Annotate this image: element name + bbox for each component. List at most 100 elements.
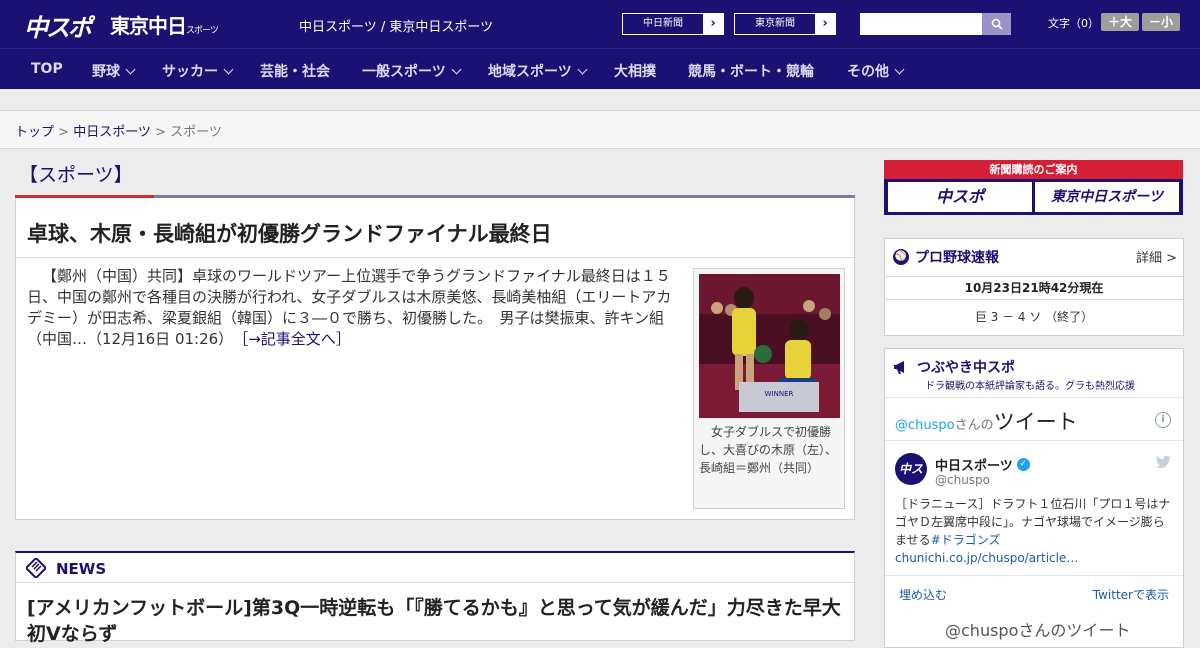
article-photo-box: WINNER 女子ダブルスで初優勝し、大喜びの木原（左）、長崎組＝鄭州（共同）: [693, 268, 845, 509]
chevron-right-icon: ›: [815, 14, 835, 34]
twitter-widget: つぶやき中スポ ドラ観戦の本紙評論家も語る。グラも熱烈応援 @chuspoさんの…: [884, 348, 1184, 648]
nav-item-sumo[interactable]: 大相撲: [614, 61, 656, 81]
font-decrease-button[interactable]: －小: [1142, 13, 1180, 31]
site-header: 中スポ 東京中日スポーツ 中日スポーツ / 東京中日スポーツ 中日新聞 › 東京…: [0, 0, 1200, 48]
baseball-score[interactable]: 巨 3 － 4 ソ （終了）: [885, 308, 1183, 325]
twitter-footer: 埋め込む Twitterで表示: [885, 575, 1183, 611]
twitter-embed-san: さんの: [954, 418, 994, 433]
chevron-right-icon: ›: [703, 14, 723, 34]
nav-label: 大相撲: [614, 64, 656, 80]
info-icon[interactable]: i: [1155, 412, 1171, 428]
font-size-label: 文字（0）: [1048, 17, 1099, 30]
avatar[interactable]: 中ス: [895, 453, 927, 485]
nav-item-general-sports[interactable]: 一般スポーツ: [362, 61, 462, 81]
twitter-embed-title[interactable]: @chuspoさんのツイート: [895, 406, 1078, 436]
news-header: NEWS: [16, 553, 854, 583]
chunichi-shimbun-link[interactable]: 中日新聞 ›: [622, 13, 724, 35]
nav-label: 芸能・社会: [260, 64, 330, 80]
nav-label: 野球: [92, 64, 120, 80]
chuspo-subscribe-logo: 中スポ: [888, 182, 1032, 212]
tokyo-shimbun-link[interactable]: 東京新聞 ›: [734, 13, 836, 35]
tweet-hashtag-link[interactable]: #ドラゴンズ: [931, 533, 1001, 547]
chevron-down-icon: [451, 64, 462, 75]
breadcrumb-top-link[interactable]: トップ: [15, 125, 54, 140]
news-item-link[interactable]: [アメリカンフットボール]第3Q一時逆転も「『勝てるかも』と思って気が緩んだ」力…: [27, 595, 852, 647]
tweet-text: ［ドラニュース］ドラフト１位石川「プロ１号はナゴヤＤ左翼席中段に」。ナゴヤ球場で…: [895, 495, 1175, 567]
chevron-down-icon: [125, 64, 136, 75]
twitter-title: つぶやき中スポ: [917, 360, 1015, 376]
nav-item-top[interactable]: TOP: [31, 61, 63, 77]
view-on-twitter-link[interactable]: Twitterで表示: [1093, 586, 1169, 603]
chevron-down-icon: [223, 64, 234, 75]
tweet-user-handle[interactable]: @chuspo: [935, 473, 990, 487]
photo-caption: 女子ダブルスで初優勝し、大喜びの木原（左）、長崎組＝鄭州（共同）: [699, 425, 838, 475]
baseball-detail-link[interactable]: 詳細 >: [1136, 247, 1177, 266]
nav-label: 競馬・ボート・競輪: [688, 64, 814, 80]
nav-label: その他: [847, 64, 889, 80]
nav-label: サッカー: [162, 64, 218, 80]
section-title: 【スポーツ】: [19, 164, 133, 186]
article-headline[interactable]: 卓球、木原・長崎組が初優勝グランドファイナル最終日: [27, 218, 552, 248]
nav-item-baseball[interactable]: 野球: [92, 61, 136, 81]
tokyo-shimbun-label: 東京新聞: [755, 18, 795, 29]
breadcrumb: トップ > 中日スポーツ > スポーツ: [15, 121, 222, 140]
nav-label: TOP: [31, 61, 63, 77]
article-summary: 【鄭州（中国）共同】卓球のワールドツアー上位選手で争うグランドファイナル最終日は…: [27, 266, 685, 350]
baseball-title: プロ野球速報: [915, 250, 999, 266]
twitter-embed-header: @chuspoさんのツイート i: [885, 397, 1183, 441]
twitter-embed-handle: @chuspo: [895, 418, 955, 433]
breadcrumb-separator: >: [150, 125, 171, 140]
baseball-timestamp: 10月23日21時42分現在: [885, 276, 1183, 300]
tokyo-logo-text: 東京中日: [110, 14, 187, 38]
tokyo-chunichi-logo[interactable]: 東京中日スポーツ: [110, 10, 219, 39]
nav-item-soccer[interactable]: サッカー: [162, 61, 234, 81]
search-input[interactable]: [860, 13, 983, 35]
chuspo-logo[interactable]: 中スポ: [24, 8, 92, 43]
search-icon: [991, 18, 1003, 30]
twitter-embed-tweet: ツイート: [993, 410, 1078, 434]
baseball-icon: ⚾: [893, 249, 909, 265]
news-heading: NEWS: [56, 560, 107, 578]
twitter-bird-icon[interactable]: [1155, 455, 1171, 469]
baseball-heading: ⚾ プロ野球速報: [893, 247, 999, 267]
article-divider: [16, 257, 854, 258]
chevron-down-icon: [577, 64, 588, 75]
more-tweets-button[interactable]: @chuspoさんのツイート: [945, 617, 1130, 641]
news-section: NEWS [アメリカンフットボール]第3Q一時逆転も「『勝てるかも』と思って気が…: [15, 551, 855, 645]
subscribe-banner[interactable]: 新聞購読のご案内 中スポ 東京中日スポーツ: [884, 160, 1183, 215]
main-nav: TOP 野球 サッカー 芸能・社会 一般スポーツ 地域スポーツ 大相撲 競馬・ボ…: [0, 48, 1200, 89]
subscribe-label: 新聞購読のご案内: [884, 160, 1183, 179]
site-title: 中日スポーツ / 東京中日スポーツ: [299, 20, 494, 35]
megaphone-icon: [894, 361, 904, 375]
news-tag-icon: [26, 558, 46, 578]
search-button[interactable]: [982, 13, 1011, 35]
read-more-link[interactable]: ［→記事全文へ］: [241, 330, 351, 348]
nav-item-other[interactable]: その他: [847, 61, 905, 81]
breadcrumb-current: スポーツ: [170, 125, 222, 140]
table-tennis-photo-icon: WINNER: [699, 274, 840, 418]
tokyo-chunichi-subscribe-logo: 東京中日スポーツ: [1035, 182, 1179, 212]
tweet-user-name[interactable]: 中日スポーツ ✓: [935, 455, 1030, 474]
nav-item-racing[interactable]: 競馬・ボート・競輪: [688, 61, 814, 81]
nav-label: 一般スポーツ: [362, 64, 446, 80]
baseball-scores-widget: ⚾ プロ野球速報 詳細 > 10月23日21時42分現在 巨 3 － 4 ソ （…: [884, 238, 1184, 336]
embed-link[interactable]: 埋め込む: [899, 586, 947, 603]
photo-board-text: WINNER: [765, 390, 794, 398]
nav-item-regional-sports[interactable]: 地域スポーツ: [488, 61, 588, 81]
tokyo-logo-small: スポーツ: [186, 26, 219, 36]
nav-item-entertainment[interactable]: 芸能・社会: [260, 61, 330, 81]
tweet-article-link[interactable]: chunichi.co.jp/chuspo/article…: [895, 551, 1078, 565]
breadcrumb-bar: トップ > 中日スポーツ > スポーツ: [0, 111, 1200, 149]
article-photo[interactable]: WINNER: [699, 274, 840, 418]
tweet-user-name-text: 中日スポーツ: [935, 459, 1013, 474]
breadcrumb-chuspo-link[interactable]: 中日スポーツ: [73, 125, 151, 140]
chevron-down-icon: [894, 64, 905, 75]
verified-icon: ✓: [1016, 458, 1030, 471]
article-card: 卓球、木原・長崎組が初優勝グランドファイナル最終日 【鄭州（中国）共同】卓球のワ…: [15, 198, 855, 520]
twitter-subtitle: ドラ観戦の本紙評論家も語る。グラも熱烈応援: [925, 381, 1135, 392]
font-increase-button[interactable]: ＋大: [1101, 13, 1139, 31]
nav-label: 地域スポーツ: [488, 64, 572, 80]
twitter-heading: つぶやき中スポ: [893, 357, 1015, 377]
chunichi-shimbun-label: 中日新聞: [643, 18, 683, 29]
breadcrumb-separator: >: [54, 125, 74, 140]
